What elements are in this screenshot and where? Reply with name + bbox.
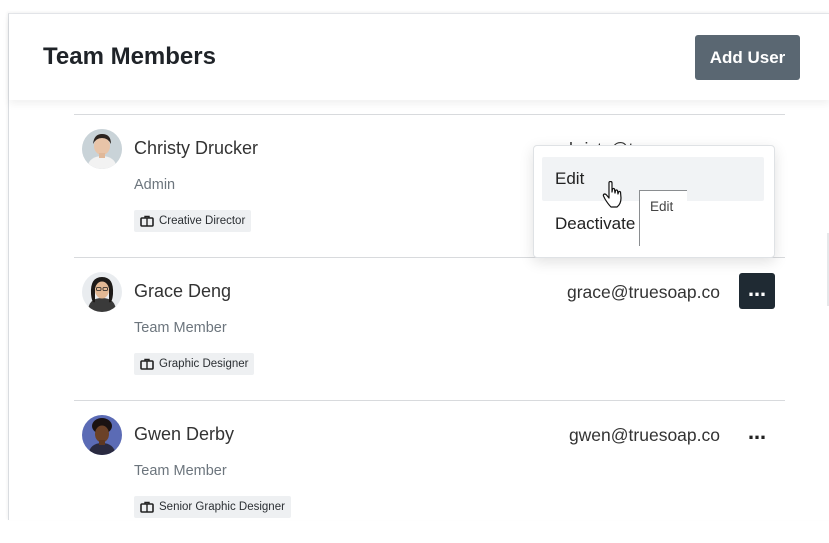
member-row: Grace Deng Team Member Graphic Designer … — [74, 257, 785, 400]
more-options-button[interactable]: … — [739, 273, 775, 309]
job-title-tag: Senior Graphic Designer — [134, 496, 291, 518]
hand-pointer-icon — [602, 180, 624, 209]
avatar[interactable] — [82, 415, 122, 455]
job-title-label: Senior Graphic Designer — [159, 501, 285, 513]
ellipsis-icon: … — [748, 423, 766, 444]
ellipsis-icon: … — [748, 280, 766, 301]
avatar[interactable] — [82, 129, 122, 169]
more-options-button[interactable]: … — [739, 416, 775, 452]
member-email: grace@truesoap.co — [567, 282, 720, 302]
add-user-button[interactable]: Add User — [695, 35, 800, 80]
briefcase-icon — [140, 358, 154, 370]
member-name: Grace Deng — [134, 281, 232, 301]
edit-tooltip: Edit — [639, 190, 687, 246]
briefcase-icon — [140, 215, 154, 227]
member-email: gwen@truesoap.co — [568, 425, 720, 445]
member-row: Gwen Derby Team Member Senior Graphic De… — [74, 400, 785, 543]
member-role: Team Member — [134, 463, 227, 479]
job-title-label: Graphic Designer — [159, 358, 249, 370]
member-name: Christy Drucker — [134, 138, 259, 158]
avatar[interactable] — [82, 272, 122, 312]
page-title: Team Members — [43, 43, 216, 70]
briefcase-icon — [140, 501, 154, 513]
member-role: Admin — [134, 177, 176, 193]
job-title-tag: Creative Director — [134, 210, 252, 232]
panel-header: Team Members Add User — [9, 14, 829, 100]
job-title-tag: Graphic Designer — [134, 353, 255, 375]
job-title-label: Creative Director — [159, 215, 246, 227]
member-role: Team Member — [134, 320, 227, 336]
team-members-panel: Team Members Add User Christy Drucker Ad… — [8, 13, 829, 520]
member-name: Gwen Derby — [134, 424, 235, 444]
